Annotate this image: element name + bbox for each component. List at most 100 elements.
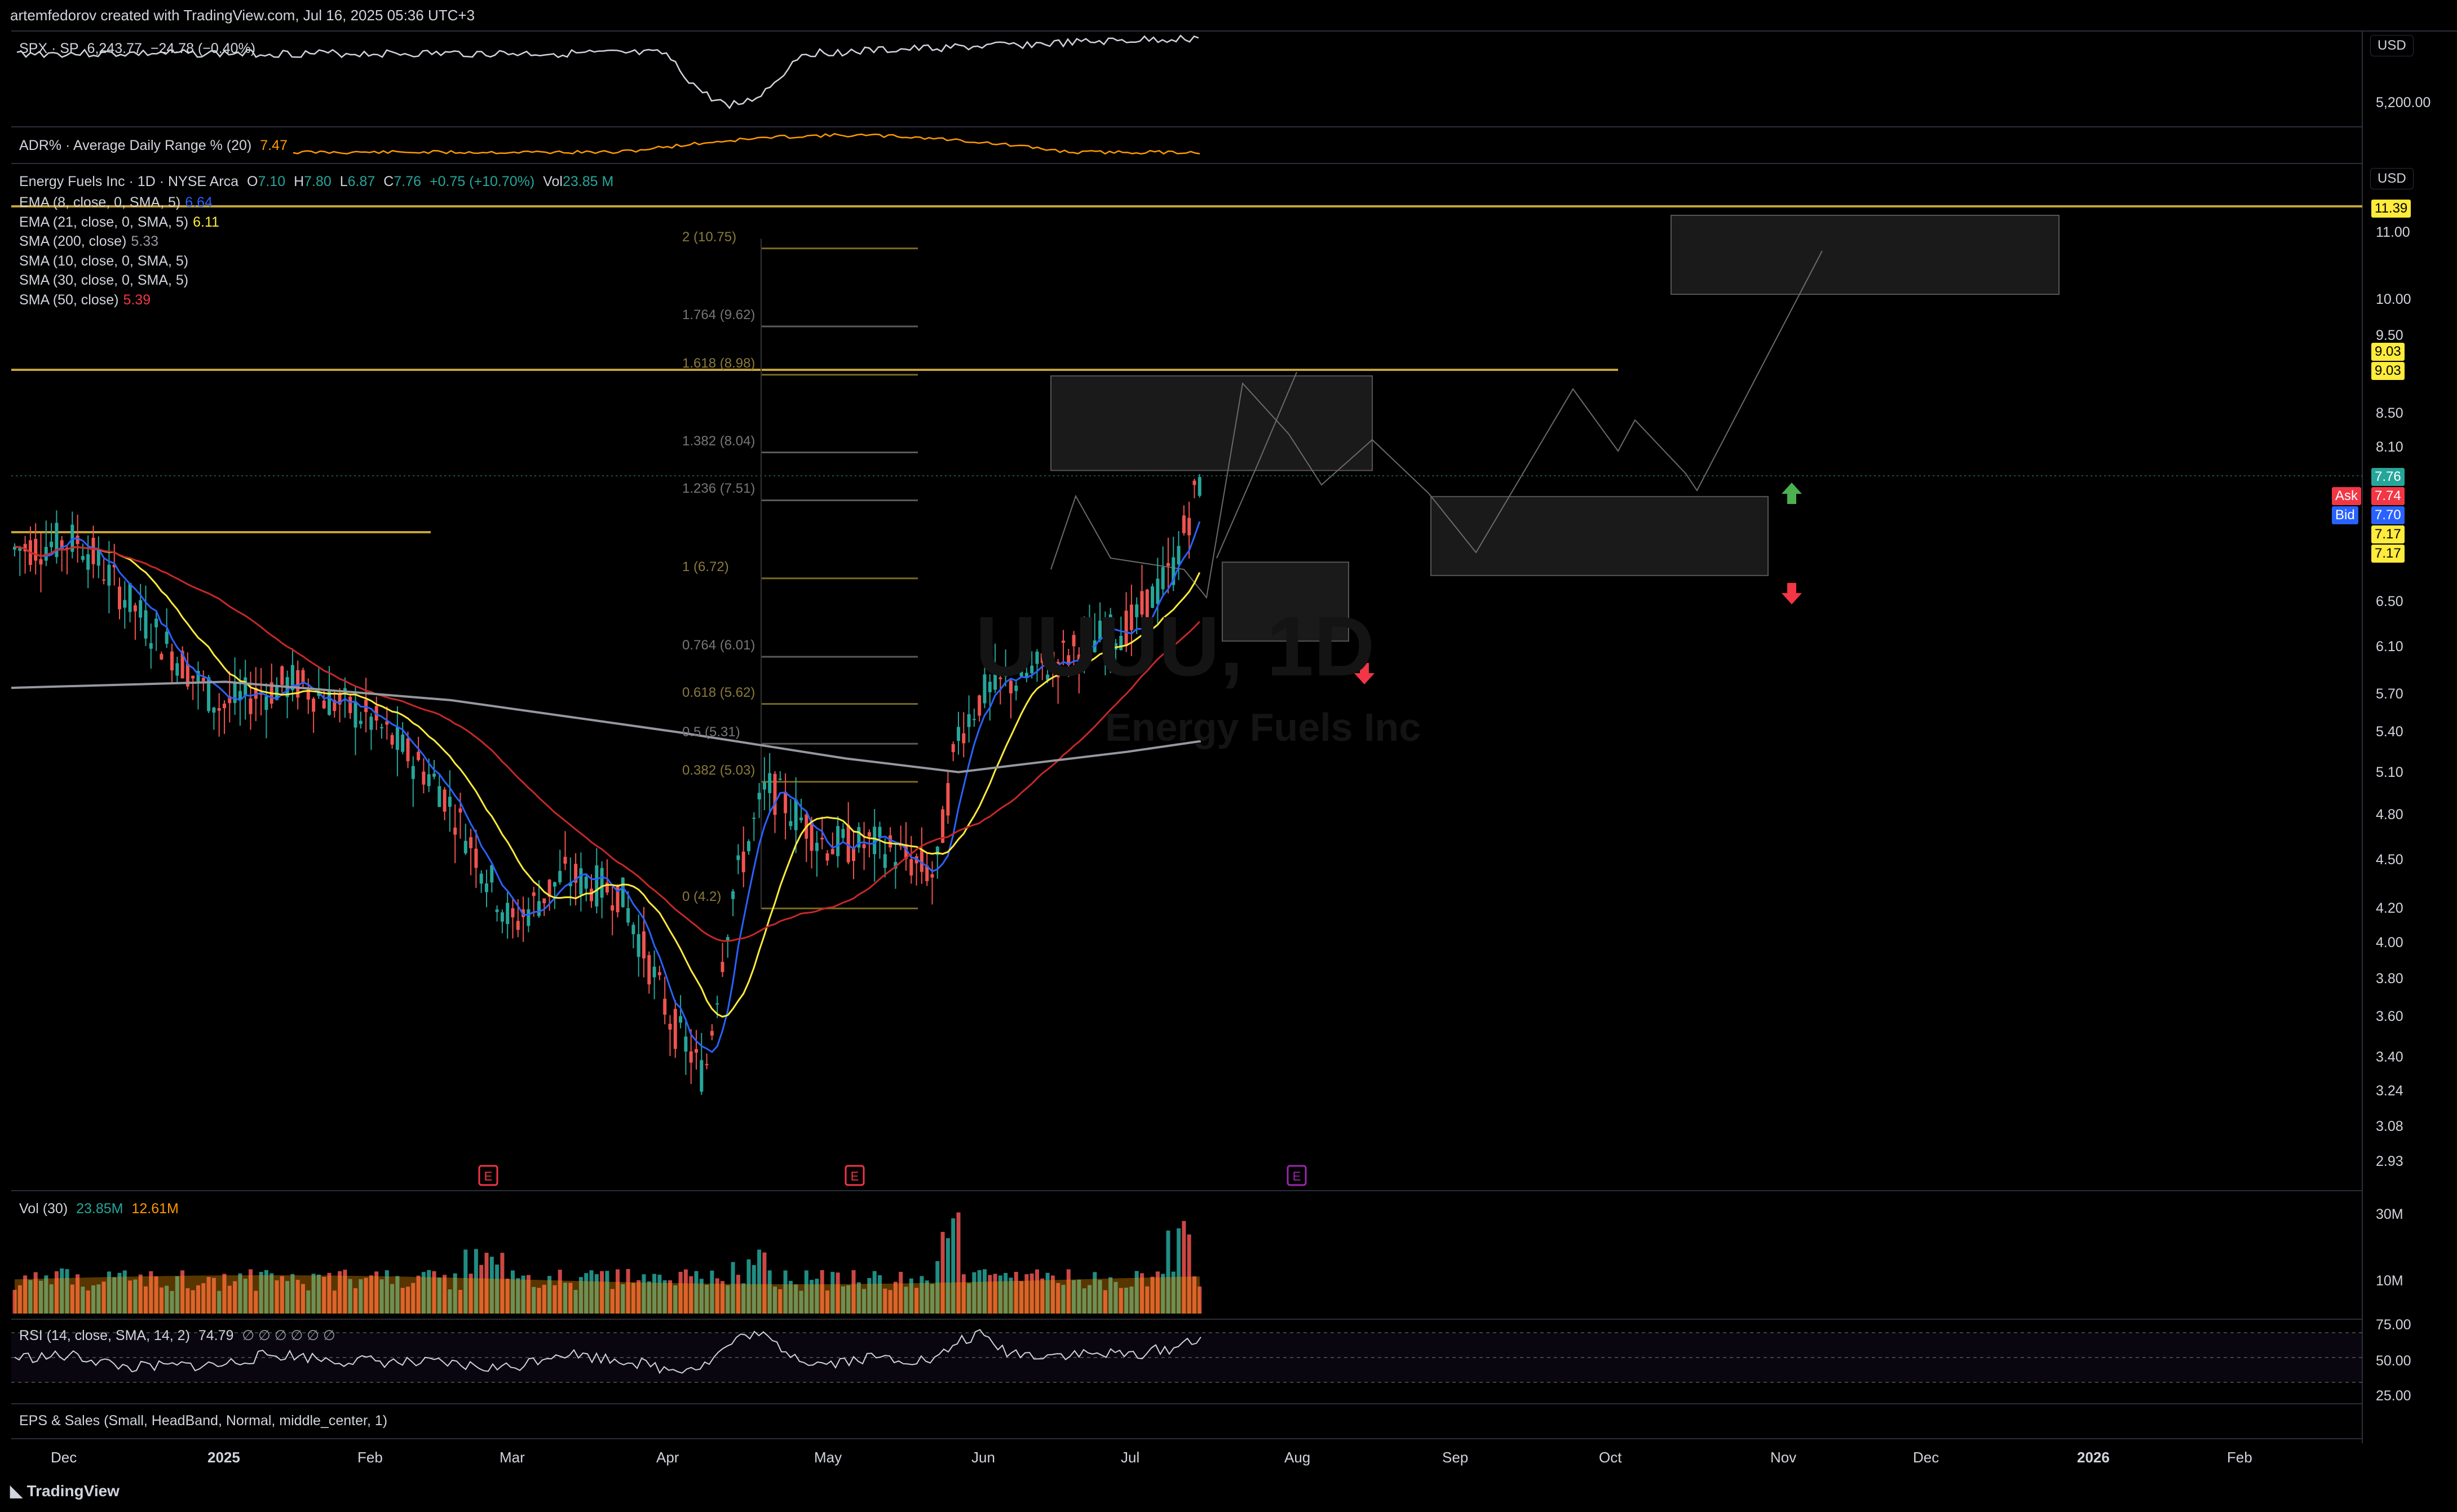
earnings-marker-label: E [484, 1169, 493, 1183]
tradingview-logo[interactable]: ◣ TradingView [10, 1482, 120, 1500]
candle-body [784, 792, 788, 814]
adr-legend[interactable]: ADR% · Average Daily Range % (20) 7.47 [19, 138, 292, 154]
candle-body [201, 678, 205, 682]
high-label: H [294, 174, 304, 189]
candle-body [154, 618, 158, 627]
candle-body [883, 854, 887, 868]
candle-body [663, 998, 667, 1015]
candle-body [118, 586, 121, 609]
candle-body [825, 853, 829, 861]
spx-legend[interactable]: SPX · SP 6,243.77 −24.78 (−0.40%) [19, 41, 260, 57]
tradingview-icon: ◣ [10, 1482, 23, 1500]
candle-body [978, 695, 982, 716]
ask-price: 7.74 [2371, 487, 2405, 505]
candle-body [700, 1060, 704, 1092]
candle-body [411, 766, 415, 779]
time-axis-label-feb: Feb [2227, 1449, 2252, 1466]
price-axis-label: 5.10 [2376, 764, 2403, 780]
candle-body [369, 717, 373, 730]
candle-body [878, 826, 882, 838]
candle-body [930, 874, 934, 878]
rsi-axis-75: 75.00 [2376, 1317, 2411, 1333]
candle-body [485, 883, 488, 892]
volume-legend[interactable]: Vol (30) 23.85M 12.61M [19, 1201, 183, 1217]
time-axis-label-jul: Jul [1121, 1449, 1140, 1466]
candle-body [427, 774, 431, 786]
candle-body [731, 891, 735, 899]
spx-value: 6,243.77 [87, 41, 142, 56]
fib-level-label: 2 (10.75) [682, 229, 737, 245]
time-axis-label-mar: Mar [500, 1449, 525, 1466]
candle-body [107, 564, 111, 586]
target-box-1 [1050, 375, 1373, 471]
symbol-title: Energy Fuels Inc · 1D · NYSE Arca [19, 174, 239, 189]
candle-body [773, 773, 777, 815]
candle-body [972, 719, 976, 720]
price-axis-label: 3.60 [2376, 1009, 2403, 1025]
candle-body [621, 877, 625, 907]
candle-body [1187, 518, 1191, 536]
candle-body [469, 837, 473, 848]
spx-change: −24.78 (−0.40%) [150, 41, 256, 56]
price-axis-label: 4.50 [2376, 852, 2403, 868]
candle-body [401, 734, 405, 752]
candle-body [390, 735, 394, 745]
watermark-ticker: UUUU, 1D [975, 599, 1375, 693]
price-axis-label: 4.80 [2376, 807, 2403, 823]
candle-body [595, 865, 599, 907]
indicator-sma10: SMA (10, close, 0, SMA, 5) [19, 253, 189, 269]
price-axis-label: 6.10 [2376, 638, 2403, 655]
main-legend[interactable]: Energy Fuels Inc · 1D · NYSE Arca O7.10 … [19, 174, 618, 190]
eps-legend[interactable]: EPS & Sales (Small, HeadBand, Normal, mi… [19, 1413, 392, 1429]
chart-canvas[interactable]: EEE [0, 0, 2457, 1512]
candle-body [715, 1003, 719, 1005]
candle-body [474, 848, 478, 868]
rsi-legend[interactable]: RSI (14, close, SMA, 14, 2) 74.79 ∅ ∅ ∅ … [19, 1327, 340, 1344]
main-currency-button[interactable]: USD [2370, 168, 2414, 189]
spx-currency-button[interactable]: USD [2370, 35, 2414, 56]
candle-body [673, 1009, 677, 1049]
candle-body [353, 702, 357, 728]
candle-body [438, 786, 441, 807]
candle-body [432, 773, 436, 777]
candle-body [223, 704, 226, 709]
candle-body [453, 827, 457, 835]
candle-body [1182, 515, 1186, 533]
candle-body [637, 934, 640, 957]
price-axis-label: 3.80 [2376, 971, 2403, 987]
candle-body [799, 817, 803, 821]
candle-body [657, 972, 661, 975]
time-axis-label-oct: Oct [1599, 1449, 1622, 1466]
adr-line [293, 132, 1200, 155]
time-axis-label-dec: Dec [51, 1449, 77, 1466]
ask-label: Ask [2332, 487, 2362, 505]
candle-body [815, 842, 819, 851]
candle-body [537, 901, 541, 916]
candle-body [359, 720, 363, 724]
candle-body [244, 677, 248, 696]
vol-label: Vol [543, 174, 563, 189]
candle-body [736, 855, 740, 860]
candle-body [695, 1049, 698, 1053]
candle-body [39, 559, 43, 565]
candle-body [542, 898, 546, 904]
candle-body [264, 696, 268, 710]
candle-body [951, 744, 955, 753]
candle-body [406, 739, 410, 762]
candle-body [684, 1036, 688, 1052]
price-axis-label: 10.00 [2376, 291, 2411, 307]
candle-body [133, 605, 137, 612]
close-value: 7.76 [394, 174, 422, 189]
bid-price: 7.70 [2371, 506, 2405, 524]
candle-body [768, 773, 772, 793]
candle-body [957, 727, 960, 741]
candle-body [967, 714, 971, 727]
candle-body [820, 838, 824, 839]
indicator-legend[interactable]: EMA (8, close, 0, SMA, 5) 6.64 EMA (21, c… [19, 193, 224, 310]
candle-body [721, 962, 724, 972]
candle-body [479, 873, 483, 884]
candle-body [490, 865, 494, 883]
candle-body [128, 583, 132, 612]
bid-label: Bid [2332, 506, 2358, 524]
time-axis-label-nov: Nov [1770, 1449, 1797, 1466]
